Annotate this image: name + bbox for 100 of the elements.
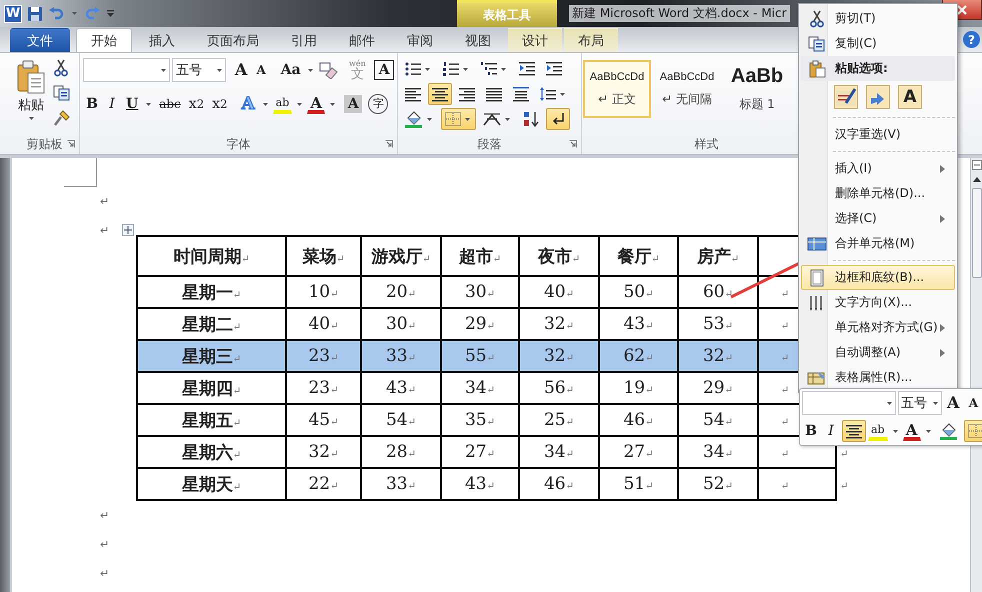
caret-icon[interactable] bbox=[307, 68, 314, 72]
grow-font-button[interactable]: A bbox=[944, 392, 962, 414]
caret-icon[interactable] bbox=[559, 92, 566, 96]
grow-font-button[interactable]: A bbox=[232, 59, 250, 81]
underline-button[interactable]: U bbox=[123, 93, 142, 115]
phonetic-guide-button[interactable]: wén 文 bbox=[346, 59, 368, 81]
align-center-button[interactable] bbox=[842, 420, 866, 442]
table-cell: 35 bbox=[464, 410, 487, 430]
menu-item[interactable]: 表格属性(R)... bbox=[801, 365, 955, 390]
move-handle-icon[interactable] bbox=[122, 224, 134, 236]
borders-button[interactable] bbox=[441, 108, 476, 130]
character-border-button[interactable]: A bbox=[374, 60, 394, 80]
caret-icon[interactable] bbox=[426, 116, 433, 122]
help-button[interactable]: ? bbox=[963, 31, 980, 48]
table-cell: 32 bbox=[702, 346, 725, 366]
scroll-thumb[interactable] bbox=[972, 188, 982, 278]
caret-icon[interactable] bbox=[892, 428, 899, 434]
style-item[interactable]: AaBbCcDd ↵ 正文 bbox=[583, 60, 651, 118]
menu-item[interactable]: 汉字重选(V) bbox=[801, 122, 955, 147]
dialog-launcher-icon[interactable] bbox=[569, 140, 577, 148]
caret-icon[interactable] bbox=[216, 68, 224, 72]
caret-icon[interactable] bbox=[424, 66, 431, 72]
bold-button[interactable]: B bbox=[802, 420, 820, 442]
ribbon-tab[interactable]: 布局 bbox=[564, 28, 618, 52]
font-name-field[interactable] bbox=[802, 391, 896, 415]
menu-item[interactable]: 边框和底纹(B)... bbox=[801, 265, 955, 290]
ruler-toggle-icon[interactable] bbox=[972, 160, 982, 170]
font-size-field[interactable]: 五号 bbox=[898, 391, 942, 415]
ribbon-tab[interactable]: 设计 bbox=[508, 28, 562, 52]
caret-icon[interactable] bbox=[145, 102, 152, 106]
character-shading-button[interactable]: A bbox=[344, 95, 362, 113]
menu-item[interactable]: 文字方向(X)... bbox=[801, 290, 955, 315]
change-case-button[interactable]: Aa bbox=[278, 59, 304, 81]
align-center-button[interactable] bbox=[428, 83, 452, 105]
ribbon-tab[interactable]: 页面布局 bbox=[192, 28, 274, 52]
caret-icon[interactable] bbox=[262, 102, 269, 106]
highlight-button[interactable]: ab bbox=[868, 421, 888, 441]
format-painter-icon[interactable] bbox=[53, 109, 71, 127]
font-size-field[interactable]: 五号 bbox=[172, 58, 226, 82]
ribbon-tab[interactable]: 插入 bbox=[134, 28, 190, 52]
ribbon-tab[interactable]: 邮件 bbox=[334, 28, 390, 52]
caret-icon[interactable] bbox=[932, 400, 939, 406]
dialog-launcher-icon[interactable] bbox=[67, 140, 75, 148]
customize-icon[interactable] bbox=[106, 9, 115, 18]
font-color-button[interactable]: A bbox=[902, 421, 921, 441]
caret-icon[interactable] bbox=[464, 116, 471, 122]
highlight-button[interactable]: ab bbox=[272, 94, 292, 114]
keep-formatting-button[interactable] bbox=[834, 85, 858, 109]
caret-icon[interactable] bbox=[500, 66, 507, 72]
merge-formatting-button[interactable] bbox=[866, 85, 890, 109]
menu-item[interactable]: 粘贴选项: bbox=[801, 56, 955, 81]
dialog-launcher-icon[interactable] bbox=[385, 140, 393, 148]
scroll-up-icon[interactable] bbox=[972, 176, 980, 182]
ribbon-tab[interactable]: 审阅 bbox=[392, 28, 448, 52]
caret-icon[interactable] bbox=[28, 116, 34, 121]
caret-icon[interactable] bbox=[160, 68, 167, 72]
italic-button[interactable]: I bbox=[103, 93, 121, 115]
copy-icon[interactable] bbox=[53, 85, 71, 101]
cell-mark: ↵ bbox=[730, 254, 740, 264]
ribbon-tab[interactable]: 视图 bbox=[450, 28, 506, 52]
cell-mark: ↵ bbox=[780, 417, 790, 428]
bold-button[interactable]: B bbox=[83, 93, 101, 115]
paint-bucket-icon bbox=[938, 422, 959, 440]
caret-icon[interactable] bbox=[886, 400, 893, 406]
text-only-button[interactable]: A bbox=[898, 85, 922, 109]
borders-button[interactable] bbox=[964, 420, 982, 442]
font-color-button[interactable]: A bbox=[307, 94, 326, 114]
cell-mark: ↵ bbox=[486, 417, 496, 428]
ribbon-tab[interactable]: 引用 bbox=[276, 28, 332, 52]
shrink-font-button[interactable]: A bbox=[252, 59, 270, 81]
menu-item[interactable]: 删除单元格(D)... bbox=[801, 181, 955, 206]
app-logo[interactable]: W bbox=[4, 4, 22, 22]
caret-icon[interactable] bbox=[462, 66, 469, 72]
paragraph-mark-button[interactable] bbox=[546, 108, 570, 130]
caret-icon[interactable] bbox=[329, 102, 336, 106]
scissors-icon[interactable] bbox=[53, 59, 69, 77]
borders-icon bbox=[966, 423, 982, 439]
menu-item[interactable]: 自动调整(A) bbox=[801, 340, 955, 365]
shrink-font-button[interactable]: A bbox=[964, 392, 982, 414]
caret-icon[interactable] bbox=[504, 116, 511, 122]
italic-button[interactable]: I bbox=[822, 420, 840, 442]
menu-item[interactable]: 复制(C) bbox=[801, 31, 955, 56]
eraser-icon[interactable] bbox=[318, 61, 338, 79]
ribbon-tab[interactable]: 开始 bbox=[76, 28, 132, 52]
paste-button[interactable]: 粘贴 bbox=[13, 57, 49, 134]
caret-icon[interactable] bbox=[296, 102, 304, 106]
menu-item[interactable]: 合并单元格(M) bbox=[801, 231, 955, 256]
menu-item[interactable]: 选择(C) bbox=[801, 206, 955, 231]
menu-item[interactable]: 单元格对齐方式(G) bbox=[801, 315, 955, 340]
enclose-character-button[interactable]: 字 bbox=[368, 94, 388, 114]
style-item[interactable]: AaBb 标题 1 bbox=[723, 60, 791, 118]
caret-icon[interactable] bbox=[924, 428, 932, 434]
strikethrough-button[interactable]: abc bbox=[156, 93, 184, 115]
menu-item[interactable]: 剪切(T) bbox=[801, 6, 955, 31]
font-name-field[interactable] bbox=[83, 58, 170, 82]
menu-item[interactable]: 插入(I) bbox=[801, 156, 955, 181]
ribbon-tab[interactable]: 文件 bbox=[10, 28, 70, 52]
table-cell: 43 bbox=[386, 378, 408, 398]
style-item[interactable]: AaBbCcDd ↵ 无间隔 bbox=[653, 60, 721, 118]
save-icon[interactable] bbox=[27, 6, 43, 22]
